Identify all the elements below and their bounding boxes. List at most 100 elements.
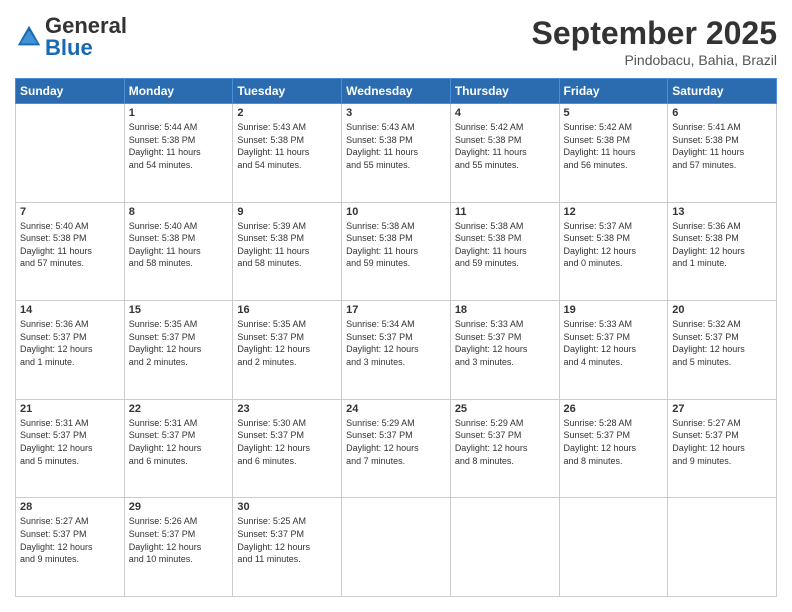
table-row: 28 Sunrise: 5:27 AM Sunset: 5:37 PM Dayli… (16, 498, 125, 597)
table-row: 26 Sunrise: 5:28 AM Sunset: 5:37 PM Dayli… (559, 399, 668, 498)
table-row: 11 Sunrise: 5:38 AM Sunset: 5:38 PM Dayli… (450, 202, 559, 301)
day-number: 15 (129, 304, 229, 316)
table-row: 13 Sunrise: 5:36 AM Sunset: 5:38 PM Dayli… (668, 202, 777, 301)
day-number: 16 (237, 304, 337, 316)
day-info: Sunrise: 5:33 AM Sunset: 5:37 PM Dayligh… (564, 318, 664, 368)
day-number: 6 (672, 107, 772, 119)
day-number: 24 (346, 403, 446, 415)
day-info: Sunrise: 5:43 AM Sunset: 5:38 PM Dayligh… (346, 121, 446, 171)
table-row: 5 Sunrise: 5:42 AM Sunset: 5:38 PM Daylig… (559, 104, 668, 203)
day-info: Sunrise: 5:28 AM Sunset: 5:37 PM Dayligh… (564, 417, 664, 467)
col-wednesday: Wednesday (342, 79, 451, 104)
day-info: Sunrise: 5:31 AM Sunset: 5:37 PM Dayligh… (20, 417, 120, 467)
logo-text: General Blue (45, 15, 127, 59)
day-number: 25 (455, 403, 555, 415)
table-row (450, 498, 559, 597)
col-friday: Friday (559, 79, 668, 104)
day-info: Sunrise: 5:39 AM Sunset: 5:38 PM Dayligh… (237, 220, 337, 270)
day-info: Sunrise: 5:33 AM Sunset: 5:37 PM Dayligh… (455, 318, 555, 368)
day-info: Sunrise: 5:35 AM Sunset: 5:37 PM Dayligh… (129, 318, 229, 368)
page: General Blue September 2025 Pindobacu, B… (0, 0, 792, 612)
table-row: 29Sunrise: 5:26 AM Sunset: 5:37 PM Dayli… (124, 498, 233, 597)
day-info: Sunrise: 5:36 AM Sunset: 5:38 PM Dayligh… (672, 220, 772, 270)
table-row (559, 498, 668, 597)
day-info: Sunrise: 5:26 AM Sunset: 5:37 PM Dayligh… (129, 515, 229, 565)
day-info: Sunrise: 5:40 AM Sunset: 5:38 PM Dayligh… (129, 220, 229, 270)
day-number: 28 (20, 501, 120, 513)
day-info: Sunrise: 5:42 AM Sunset: 5:38 PM Dayligh… (455, 121, 555, 171)
calendar-table: Sunday Monday Tuesday Wednesday Thursday… (15, 78, 777, 597)
day-info: Sunrise: 5:38 AM Sunset: 5:38 PM Dayligh… (346, 220, 446, 270)
table-row: 3 Sunrise: 5:43 AM Sunset: 5:38 PM Daylig… (342, 104, 451, 203)
table-row: 6Sunrise: 5:41 AM Sunset: 5:38 PM Daylig… (668, 104, 777, 203)
day-number: 14 (20, 304, 120, 316)
day-number: 20 (672, 304, 772, 316)
table-row: 1 Sunrise: 5:44 AM Sunset: 5:38 PM Daylig… (124, 104, 233, 203)
day-info: Sunrise: 5:44 AM Sunset: 5:38 PM Dayligh… (129, 121, 229, 171)
day-info: Sunrise: 5:43 AM Sunset: 5:38 PM Dayligh… (237, 121, 337, 171)
col-sunday: Sunday (16, 79, 125, 104)
day-info: Sunrise: 5:35 AM Sunset: 5:37 PM Dayligh… (237, 318, 337, 368)
table-row: 22 Sunrise: 5:31 AM Sunset: 5:37 PM Dayli… (124, 399, 233, 498)
day-number: 4 (455, 107, 555, 119)
day-number: 11 (455, 206, 555, 218)
table-row: 2 Sunrise: 5:43 AM Sunset: 5:38 PM Daylig… (233, 104, 342, 203)
day-number: 9 (237, 206, 337, 218)
week-row-5: 28 Sunrise: 5:27 AM Sunset: 5:37 PM Dayli… (16, 498, 777, 597)
col-saturday: Saturday (668, 79, 777, 104)
header: General Blue September 2025 Pindobacu, B… (15, 15, 777, 68)
day-number: 3 (346, 107, 446, 119)
table-row: 20Sunrise: 5:32 AM Sunset: 5:37 PM Dayli… (668, 301, 777, 400)
day-info: Sunrise: 5:34 AM Sunset: 5:37 PM Dayligh… (346, 318, 446, 368)
day-number: 2 (237, 107, 337, 119)
header-row: Sunday Monday Tuesday Wednesday Thursday… (16, 79, 777, 104)
table-row: 21 Sunrise: 5:31 AM Sunset: 5:37 PM Dayli… (16, 399, 125, 498)
day-info: Sunrise: 5:25 AM Sunset: 5:37 PM Dayligh… (237, 515, 337, 565)
day-info: Sunrise: 5:40 AM Sunset: 5:38 PM Dayligh… (20, 220, 120, 270)
table-row: 8 Sunrise: 5:40 AM Sunset: 5:38 PM Daylig… (124, 202, 233, 301)
table-row (342, 498, 451, 597)
table-row (668, 498, 777, 597)
table-row: 15 Sunrise: 5:35 AM Sunset: 5:37 PM Dayli… (124, 301, 233, 400)
table-row: 10 Sunrise: 5:38 AM Sunset: 5:38 PM Dayli… (342, 202, 451, 301)
logo: General Blue (15, 15, 127, 59)
day-number: 1 (129, 107, 229, 119)
day-number: 10 (346, 206, 446, 218)
day-info: Sunrise: 5:27 AM Sunset: 5:37 PM Dayligh… (672, 417, 772, 467)
col-thursday: Thursday (450, 79, 559, 104)
day-info: Sunrise: 5:37 AM Sunset: 5:38 PM Dayligh… (564, 220, 664, 270)
table-row: 12Sunrise: 5:37 AM Sunset: 5:38 PM Dayli… (559, 202, 668, 301)
col-monday: Monday (124, 79, 233, 104)
day-info: Sunrise: 5:27 AM Sunset: 5:37 PM Dayligh… (20, 515, 120, 565)
day-info: Sunrise: 5:29 AM Sunset: 5:37 PM Dayligh… (346, 417, 446, 467)
day-number: 5 (564, 107, 664, 119)
day-number: 22 (129, 403, 229, 415)
day-number: 21 (20, 403, 120, 415)
table-row: 4 Sunrise: 5:42 AM Sunset: 5:38 PM Daylig… (450, 104, 559, 203)
day-number: 13 (672, 206, 772, 218)
week-row-2: 7Sunrise: 5:40 AM Sunset: 5:38 PM Daylig… (16, 202, 777, 301)
day-info: Sunrise: 5:31 AM Sunset: 5:37 PM Dayligh… (129, 417, 229, 467)
week-row-4: 21 Sunrise: 5:31 AM Sunset: 5:37 PM Dayli… (16, 399, 777, 498)
table-row: 7Sunrise: 5:40 AM Sunset: 5:38 PM Daylig… (16, 202, 125, 301)
day-info: Sunrise: 5:42 AM Sunset: 5:38 PM Dayligh… (564, 121, 664, 171)
day-number: 19 (564, 304, 664, 316)
week-row-3: 14 Sunrise: 5:36 AM Sunset: 5:37 PM Dayli… (16, 301, 777, 400)
day-number: 23 (237, 403, 337, 415)
day-info: Sunrise: 5:29 AM Sunset: 5:37 PM Dayligh… (455, 417, 555, 467)
month-title: September 2025 (532, 15, 777, 52)
table-row: 19 Sunrise: 5:33 AM Sunset: 5:37 PM Dayli… (559, 301, 668, 400)
day-number: 30 (237, 501, 337, 513)
table-row: 14 Sunrise: 5:36 AM Sunset: 5:37 PM Dayli… (16, 301, 125, 400)
day-number: 8 (129, 206, 229, 218)
logo-blue: Blue (45, 35, 93, 60)
day-info: Sunrise: 5:38 AM Sunset: 5:38 PM Dayligh… (455, 220, 555, 270)
table-row: 9 Sunrise: 5:39 AM Sunset: 5:38 PM Daylig… (233, 202, 342, 301)
day-number: 26 (564, 403, 664, 415)
day-info: Sunrise: 5:36 AM Sunset: 5:37 PM Dayligh… (20, 318, 120, 368)
title-area: September 2025 Pindobacu, Bahia, Brazil (532, 15, 777, 68)
table-row: 27 Sunrise: 5:27 AM Sunset: 5:37 PM Dayli… (668, 399, 777, 498)
table-row (16, 104, 125, 203)
table-row: 16 Sunrise: 5:35 AM Sunset: 5:37 PM Dayli… (233, 301, 342, 400)
day-number: 27 (672, 403, 772, 415)
